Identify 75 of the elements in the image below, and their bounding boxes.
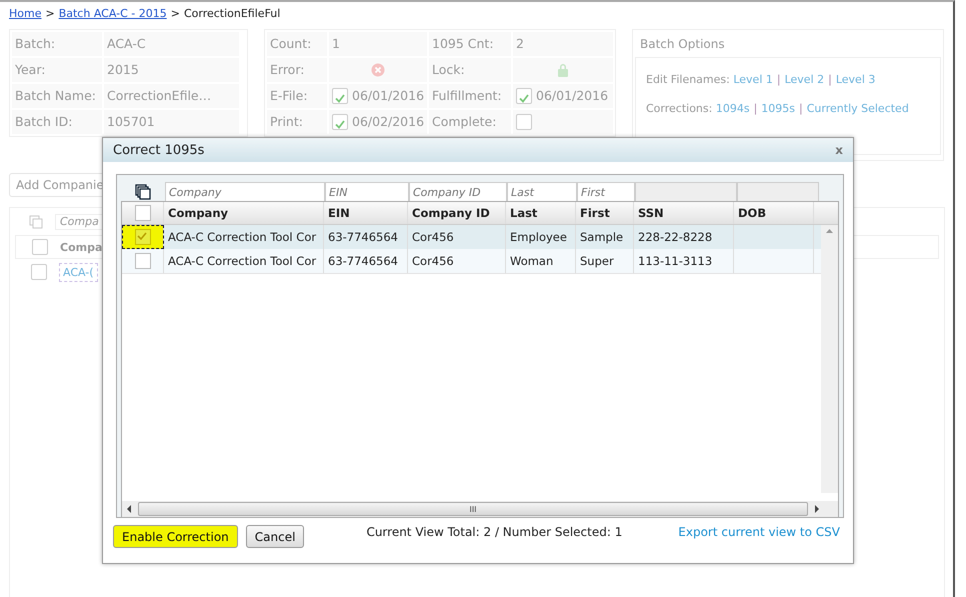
check-icon — [335, 120, 345, 129]
field-label: Lock: — [429, 58, 511, 82]
check-icon — [136, 230, 148, 242]
field-label: Batch: — [12, 32, 102, 56]
column-header[interactable]: Last — [506, 202, 576, 224]
field-label: Print: — [267, 110, 327, 134]
column-header[interactable]: DOB — [734, 202, 814, 224]
dialog-button[interactable]: Cancel — [246, 525, 304, 548]
field-label: Fulfillment: — [429, 84, 511, 108]
field-value: 105701 — [104, 110, 239, 134]
field-label: Year: — [12, 58, 102, 82]
table-cell: 63-7746564 — [324, 249, 408, 273]
field-value: ACA-C — [104, 32, 239, 56]
field-label: Count: — [267, 32, 327, 56]
checkbox[interactable] — [32, 239, 48, 255]
copy-icon — [29, 215, 43, 229]
column-header[interactable]: Company — [164, 202, 324, 224]
filter-field[interactable]: Company — [165, 182, 325, 201]
check-icon — [519, 94, 529, 103]
field-value: CorrectionEfile… — [104, 84, 239, 108]
breadcrumb-current: CorrectionEfileFul — [184, 7, 280, 20]
table-cell: Super — [576, 249, 634, 273]
link-separator: | — [776, 73, 781, 86]
breadcrumb-separator: > — [45, 7, 55, 20]
table-cell: Woman — [506, 249, 576, 273]
column-header[interactable]: EIN — [324, 202, 408, 224]
field-label: Batch ID: — [12, 110, 102, 134]
field-value: 06/01/2016 — [352, 87, 424, 105]
filter-field[interactable]: First — [577, 182, 635, 201]
column-header[interactable]: Company ID — [408, 202, 506, 224]
field-label: Batch Name: — [12, 84, 102, 108]
row-checkbox[interactable] — [134, 253, 150, 269]
column-header[interactable]: SSN — [634, 202, 734, 224]
field-label: 1095 Cnt: — [429, 32, 511, 56]
field-label: E-File: — [267, 84, 327, 108]
check-icon — [335, 94, 345, 103]
error-icon — [371, 63, 385, 77]
dialog-title: Correct 1095s — [113, 142, 204, 158]
checkbox[interactable] — [31, 264, 47, 280]
option-label: Edit Filenames: — [646, 73, 731, 86]
column-header[interactable]: First — [576, 202, 634, 224]
close-button[interactable]: x — [835, 143, 843, 157]
row-checkbox[interactable] — [134, 229, 150, 245]
link-separator: | — [799, 102, 803, 115]
scroll-right-icon — [813, 504, 821, 514]
column-header: Compa — [60, 240, 102, 254]
field-value: 1 — [329, 32, 427, 56]
field-label: Complete: — [429, 110, 511, 134]
field-value: 06/01/2016 — [536, 87, 608, 105]
filter-field[interactable]: EIN — [325, 182, 409, 201]
link-separator: | — [828, 73, 832, 86]
table-cell: 113-11-3113 — [634, 249, 734, 273]
option-label: Corrections: — [646, 102, 714, 115]
scroll-thumb[interactable]: III — [138, 502, 808, 516]
breadcrumb-link[interactable]: Home — [9, 7, 42, 20]
vertical-scrollbar[interactable] — [821, 225, 838, 493]
table-cell: Cor456 — [408, 249, 506, 273]
field-label: Error: — [267, 58, 327, 82]
field-value: 2015 — [104, 58, 239, 82]
filter-field[interactable]: Company ID — [409, 182, 507, 201]
lock-icon — [557, 63, 569, 77]
table-cell: ACA-C Correction Tool Cor — [164, 249, 324, 273]
field-value: 2 — [513, 32, 613, 56]
link-separator: | — [754, 102, 758, 115]
select-all-checkbox[interactable] — [134, 205, 150, 221]
selection-summary: Current View Total: 2 / Number Selected: 1 — [366, 525, 624, 539]
filter-field[interactable]: Last — [507, 182, 577, 201]
dialog-button[interactable]: Enable Correction — [113, 525, 238, 548]
breadcrumb-separator: > — [170, 7, 180, 20]
field-value: 06/02/2016 — [352, 113, 424, 131]
export-link[interactable]: Export current view to CSV — [678, 525, 840, 539]
scroll-left-icon — [125, 504, 133, 514]
breadcrumb-link[interactable]: Batch ACA-C - 2015 — [58, 7, 167, 20]
panel-title: Batch Options — [639, 36, 726, 53]
horizontal-scrollbar[interactable]: III — [122, 501, 838, 517]
